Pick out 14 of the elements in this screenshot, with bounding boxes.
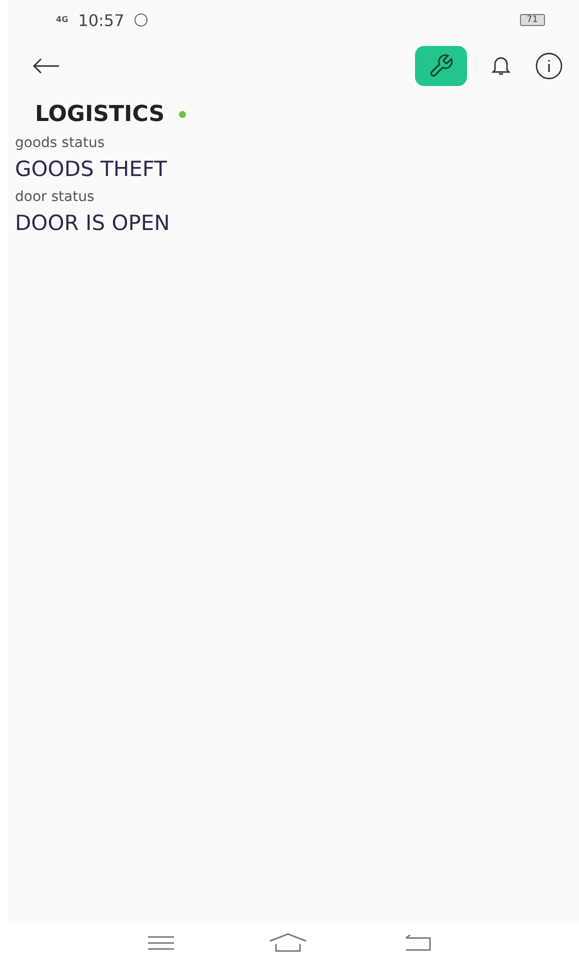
field-value: GOODS THEFT [15,157,168,181]
info-icon[interactable] [535,52,563,80]
battery-indicator: 71 [520,14,545,26]
settings-button[interactable] [415,46,467,86]
wrench-icon [428,53,454,79]
home-icon[interactable] [268,933,308,953]
network-indicator: 4G [56,16,68,24]
field-label: goods status [15,135,106,151]
device-title: LOGISTICS [35,102,165,127]
back-button[interactable] [32,58,60,74]
field-value: DOOR IS OPEN [15,211,171,235]
field-label: door status [15,189,96,205]
menu-icon[interactable] [146,935,175,951]
clock-time: 10:57 [78,10,124,30]
